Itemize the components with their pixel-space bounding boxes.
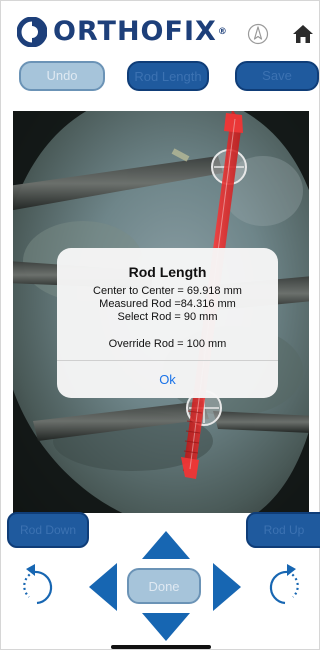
- rotate-counterclockwise-icon[interactable]: [21, 563, 57, 609]
- rotate-clockwise-icon[interactable]: [265, 563, 301, 609]
- rod-down-button[interactable]: Rod Down: [7, 512, 89, 548]
- select-rod-text: Select Rod = 90 mm: [117, 311, 218, 323]
- measured-rod-text: Measured Rod =84.316 mm: [99, 298, 236, 310]
- rod-length-button[interactable]: Rod Length: [127, 61, 209, 91]
- orthofix-logo-mark-icon: [17, 17, 47, 47]
- app-header: ORTHOFIX®: [1, 1, 320, 61]
- move-left-arrow-icon[interactable]: [89, 563, 119, 611]
- brand-name: ORTHOFIX®: [53, 16, 228, 47]
- orthofix-logo: ORTHOFIX®: [17, 17, 228, 47]
- move-up-arrow-icon[interactable]: [142, 531, 190, 561]
- home-icon[interactable]: [292, 23, 314, 45]
- move-right-arrow-icon[interactable]: [211, 563, 241, 611]
- rod-up-button[interactable]: Rod Up: [246, 512, 320, 548]
- dialog-title: Rod Length: [128, 264, 207, 280]
- save-button[interactable]: Save: [235, 61, 319, 91]
- rod-length-dialog: Rod Length Center to Center = 69.918 mm …: [57, 248, 278, 398]
- app-frame: ORTHOFIX® Undo Rod Length Save Rod Lengt…: [0, 0, 320, 650]
- move-down-arrow-icon[interactable]: [142, 611, 190, 641]
- home-indicator[interactable]: [111, 645, 211, 649]
- undo-button[interactable]: Undo: [19, 61, 105, 91]
- done-button[interactable]: Done: [127, 568, 201, 604]
- compass-icon[interactable]: [247, 23, 269, 45]
- center-to-center-text: Center to Center = 69.918 mm: [93, 285, 242, 297]
- ok-button[interactable]: Ok: [57, 360, 278, 398]
- override-rod-text: Override Rod = 100 mm: [108, 338, 227, 350]
